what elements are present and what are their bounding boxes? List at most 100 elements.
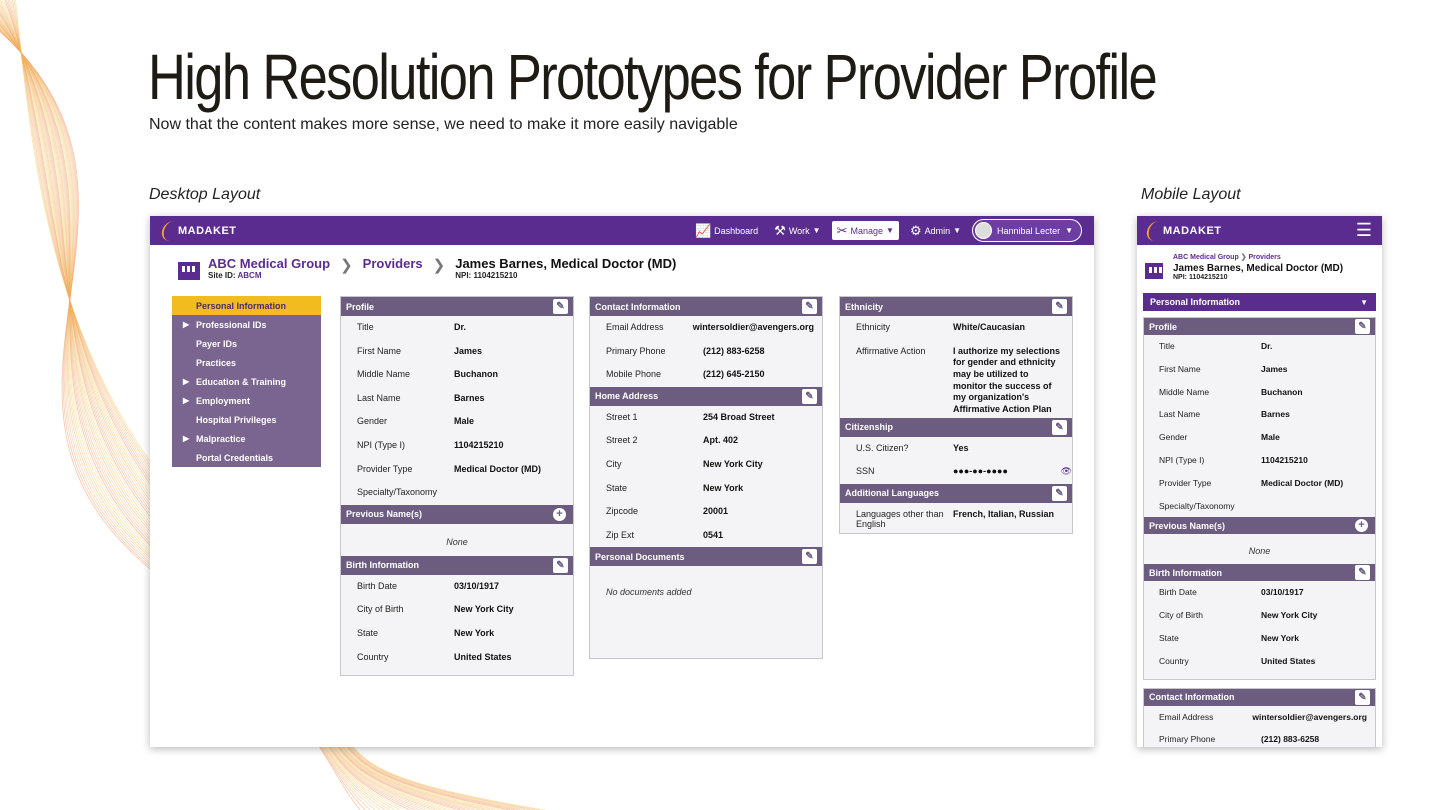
- show-eye-icon[interactable]: 👁: [1061, 466, 1072, 477]
- breadcrumb-chevron-icon: ❯: [432, 257, 446, 274]
- languages-title: Additional Languages: [845, 488, 940, 499]
- side-menu-item[interactable]: ▶ Education & Training: [172, 372, 321, 391]
- field-value: New York City: [454, 604, 514, 615]
- edit-pencil-icon[interactable]: ✎: [802, 549, 817, 565]
- edit-pencil-icon[interactable]: ✎: [1052, 299, 1067, 314]
- mobile-breadcrumb-links: ABC Medical Group ❯ Providers: [1173, 253, 1382, 261]
- add-plus-icon[interactable]: +: [553, 507, 566, 521]
- madaket-logo[interactable]: MADAKET: [1144, 220, 1222, 241]
- mobile-layout-label: Mobile Layout: [1141, 186, 1241, 203]
- edit-pencil-icon[interactable]: ✎: [802, 388, 817, 404]
- ethnicity-card: Ethnicity ✎ Ethnicity White/Caucasian Affi…: [839, 296, 1073, 534]
- field-row: City of Birth New York City: [341, 598, 573, 622]
- edit-pencil-icon[interactable]: ✎: [1355, 319, 1370, 334]
- edit-pencil-icon[interactable]: ✎: [1052, 485, 1067, 501]
- chevron-right-icon: ▶: [183, 434, 190, 443]
- field-value: New York: [454, 627, 495, 638]
- field-label: Middle Name: [357, 369, 411, 380]
- field-label: Affirmative Action: [856, 345, 926, 356]
- field-label: Specialty/Taxonomy: [357, 487, 438, 498]
- side-menu-item[interactable]: Payer IDs: [172, 334, 321, 353]
- field-label: Email Address: [606, 322, 664, 332]
- previous-names-none: None: [446, 536, 468, 547]
- edit-pencil-icon[interactable]: ✎: [1052, 419, 1067, 435]
- side-menu-item[interactable]: Personal Information: [172, 296, 321, 315]
- field-row: Zip Ext 0541: [590, 524, 822, 548]
- mobile-section-select[interactable]: Personal Information ▼: [1143, 293, 1376, 311]
- field-label: City of Birth: [1159, 610, 1203, 621]
- logo-mark-icon: [1144, 220, 1162, 241]
- breadcrumb-org[interactable]: ABC Medical Group: [208, 256, 330, 271]
- nav-work[interactable]: ⚒ Work ▼: [769, 221, 825, 240]
- contact-card: Contact Information ✎ Email Address winte…: [589, 296, 823, 660]
- field-row: Country United States: [341, 646, 573, 670]
- edit-pencil-icon[interactable]: ✎: [1355, 565, 1370, 581]
- field-label: State: [606, 482, 628, 493]
- field-value: United States: [454, 651, 512, 662]
- field-label: Email Address: [1159, 711, 1214, 722]
- side-menu-item-label: Employment: [196, 395, 251, 406]
- side-menu-item[interactable]: ▶ Employment: [172, 391, 321, 410]
- field-value: Barnes: [1261, 409, 1290, 420]
- home-rows: Street 1 254 Broad Street Street 2 Apt. 402…: [590, 406, 822, 548]
- field-value: ●●●-●●-●●●●: [953, 466, 1008, 477]
- ethnicity-title: Ethnicity: [845, 301, 884, 312]
- field-row: Street 2 Apt. 402: [590, 429, 822, 453]
- field-value: (212) 883-6258: [703, 345, 765, 356]
- nav-manage-label: Manage: [850, 225, 884, 236]
- field-label: Birth Date: [1159, 587, 1197, 598]
- side-menu-item[interactable]: Hospital Privileges: [172, 410, 321, 429]
- field-value: French, Italian, Russian: [953, 508, 1055, 519]
- nav-manage[interactable]: ✂ Manage ▼: [831, 221, 899, 240]
- side-menu-item[interactable]: Portal Credentials: [172, 448, 321, 467]
- field-row: Birth Date 03/10/1917: [341, 575, 573, 599]
- building-icon: [1145, 263, 1163, 279]
- field-row: Gender Male: [1144, 426, 1375, 449]
- breadcrumb-providers[interactable]: Providers: [363, 256, 423, 271]
- field-value: Dr.: [454, 322, 467, 332]
- field-row: First Name James: [341, 340, 573, 364]
- field-value: Male: [1261, 432, 1280, 443]
- field-row: Birth Date 03/10/1917: [1144, 581, 1375, 604]
- previous-names-title: Previous Name(s): [346, 509, 423, 520]
- hamburger-menu-icon[interactable]: ☰: [1356, 220, 1372, 241]
- chevron-down-icon: ▼: [812, 226, 821, 235]
- mobile-crumb-providers[interactable]: Providers: [1249, 254, 1281, 261]
- field-row: Provider Type Medical Doctor (MD): [341, 458, 573, 482]
- field-label: Street 1: [606, 411, 638, 422]
- side-menu-item[interactable]: ▶ Malpractice: [172, 429, 321, 448]
- field-label: Zipcode: [606, 506, 639, 517]
- nav-admin[interactable]: ⚙ Admin ▼: [905, 221, 966, 240]
- slide-title: High Resolution Prototypes for Provider …: [148, 41, 1158, 113]
- field-value: (212) 883-6258: [1261, 734, 1320, 745]
- field-label: Provider Type: [1159, 477, 1212, 488]
- breadcrumb-chevron-icon: ❯: [1240, 254, 1249, 261]
- user-menu[interactable]: Hannibal Lecter ▼: [972, 219, 1082, 242]
- field-row: Zipcode 20001: [590, 500, 822, 524]
- edit-pencil-icon[interactable]: ✎: [553, 299, 568, 314]
- mobile-crumb-org[interactable]: ABC Medical Group: [1173, 254, 1239, 261]
- field-row: Specialty/Taxonomy: [341, 481, 573, 505]
- field-row: State New York: [590, 477, 822, 501]
- field-label: Ethnicity: [856, 322, 891, 332]
- field-label: Languages other than English: [856, 508, 944, 529]
- add-plus-icon[interactable]: +: [1355, 519, 1368, 533]
- edit-pencil-icon[interactable]: ✎: [1355, 689, 1370, 705]
- field-value: New York City: [1261, 610, 1318, 621]
- provider-npi: NPI: 1104215210: [455, 271, 518, 280]
- field-label: State: [357, 627, 379, 638]
- side-menu-item[interactable]: Practices: [172, 353, 321, 372]
- field-label: Zip Ext: [606, 529, 635, 540]
- field-label: City of Birth: [357, 604, 404, 615]
- chevron-down-icon: ▼: [953, 226, 962, 235]
- madaket-logo[interactable]: MADAKET: [159, 220, 237, 241]
- side-menu-item[interactable]: ▶ Professional IDs: [172, 315, 321, 334]
- card-header: Birth Information ✎: [1144, 564, 1375, 582]
- side-menu-item-label: Professional IDs: [196, 319, 267, 330]
- mobile-breadcrumb: ABC Medical Group ❯ Providers James Barn…: [1137, 245, 1382, 281]
- nav-dashboard[interactable]: 📈 Dashboard: [690, 221, 763, 240]
- side-menu-item-label: Hospital Privileges: [196, 414, 277, 425]
- edit-pencil-icon[interactable]: ✎: [802, 299, 817, 314]
- field-row: Last Name Barnes: [1144, 403, 1375, 426]
- edit-pencil-icon[interactable]: ✎: [553, 557, 568, 573]
